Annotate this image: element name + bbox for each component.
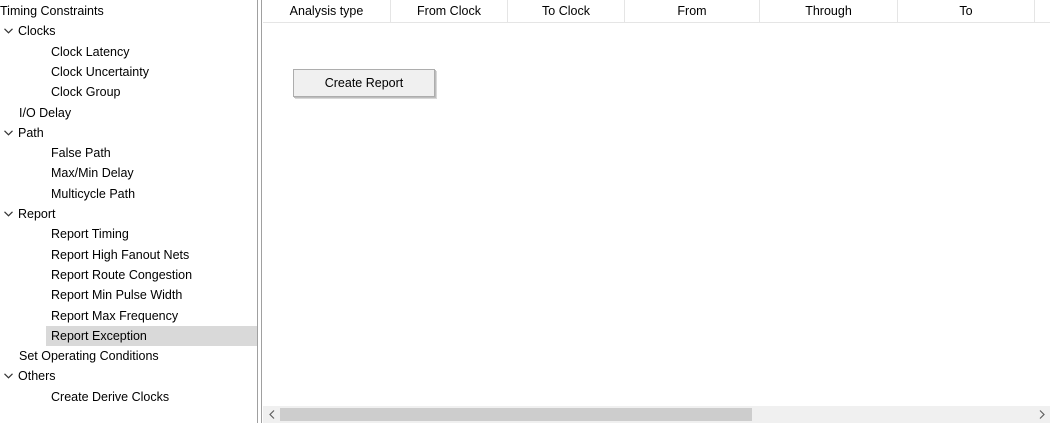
tree-item-label: Path [18, 125, 44, 140]
tree-item-label: Report Min Pulse Width [51, 288, 183, 303]
tree-item[interactable]: Path [0, 123, 257, 143]
tree-item-label: Report Timing [51, 227, 129, 242]
tree-item[interactable]: I/O Delay [0, 103, 257, 123]
table-header: Analysis type From Clock To Clock From T… [263, 0, 1050, 23]
chevron-left-icon[interactable] [263, 406, 280, 423]
tree-item[interactable]: Report Exception [46, 325, 257, 346]
tree-item[interactable]: Report Route Congestion [0, 265, 257, 285]
panel-splitter[interactable] [259, 0, 262, 423]
tree-item[interactable]: Clocks [0, 21, 257, 41]
tree-item[interactable]: Create Derive Clocks [0, 387, 257, 407]
tree-item[interactable]: Multicycle Path [0, 184, 257, 204]
tree-item[interactable]: Timing Constraints [0, 1, 257, 21]
column-header-analysis-type[interactable]: Analysis type [263, 0, 391, 23]
tree-item-label: Multicycle Path [51, 186, 136, 201]
tree-item[interactable]: Others [0, 366, 257, 386]
chevron-right-icon[interactable] [1033, 406, 1050, 423]
column-header-to-clock[interactable]: To Clock [508, 0, 625, 23]
tree-item[interactable]: Report High Fanout Nets [0, 245, 257, 265]
tree-item[interactable]: Max/Min Delay [0, 163, 257, 183]
tree-item-label: Others [18, 369, 56, 384]
tree-item-label: Max/Min Delay [51, 166, 134, 181]
column-header-to[interactable]: To [898, 0, 1035, 23]
chevron-down-icon[interactable] [2, 204, 14, 224]
scrollbar-thumb[interactable] [280, 408, 752, 421]
tree-item[interactable]: Set Operating Conditions [0, 346, 257, 366]
chevron-down-icon[interactable] [2, 21, 14, 41]
create-report-button[interactable]: Create Report [293, 69, 435, 97]
tree-item[interactable]: Clock Group [0, 82, 257, 102]
tree-item[interactable]: Report Min Pulse Width [0, 285, 257, 305]
report-panel: Analysis type From Clock To Clock From T… [263, 0, 1050, 423]
column-header-through[interactable]: Through [760, 0, 898, 23]
tree-item[interactable]: Report Timing [0, 224, 257, 244]
tree-item-label: Report Route Congestion [51, 267, 193, 282]
tree-item-label: I/O Delay [19, 105, 72, 120]
tree-item-label: Clock Group [51, 85, 121, 100]
tree-item[interactable]: Report Max Frequency [0, 306, 257, 326]
tree-item-label: Timing Constraints [0, 4, 104, 18]
tree-item-label: Report High Fanout Nets [51, 247, 190, 262]
horizontal-scrollbar[interactable] [263, 406, 1050, 423]
column-header-from-clock[interactable]: From Clock [391, 0, 508, 23]
tree-item[interactable]: Clock Latency [0, 42, 257, 62]
chevron-down-icon[interactable] [2, 366, 14, 386]
tree-item-label: Report [18, 207, 56, 221]
tree-item-label: Clock Uncertainty [51, 64, 149, 79]
tree-item-label: Clock Latency [51, 44, 130, 59]
constraints-tree[interactable]: Timing Constraints Clocks Clock Latency Clo… [0, 0, 258, 423]
tree-item-label: Set Operating Conditions [19, 349, 159, 364]
tree-item[interactable]: Clock Uncertainty [0, 62, 257, 82]
column-header-from[interactable]: From [625, 0, 760, 23]
tree-item-label: Report Exception [51, 328, 147, 343]
tree-item[interactable]: False Path [0, 143, 257, 163]
tree-item-label: Report Max Frequency [51, 308, 179, 323]
tree-item[interactable]: Report [0, 204, 257, 224]
tree-item-label: False Path [51, 146, 111, 161]
tree-item-label: Create Derive Clocks [51, 389, 170, 404]
chevron-down-icon[interactable] [2, 123, 14, 143]
tree-item-label: Clocks [18, 24, 56, 39]
